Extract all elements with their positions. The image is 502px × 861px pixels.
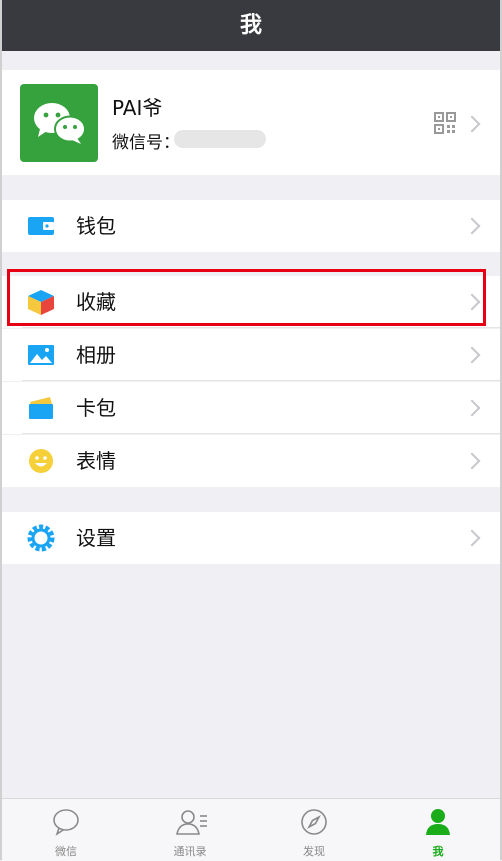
avatar[interactable] <box>20 84 98 162</box>
compass-icon <box>301 809 327 835</box>
chevron-right-icon <box>463 399 481 417</box>
row-divider <box>22 380 500 381</box>
menu-item-cards[interactable]: 卡包 <box>2 382 500 434</box>
card-wallet-icon <box>29 397 53 419</box>
menu-item-album[interactable]: 相册 <box>2 329 500 381</box>
tab-chats[interactable]: 微信 <box>4 799 128 861</box>
chat-icon <box>53 809 79 836</box>
gear-icon <box>27 524 55 552</box>
chevron-right-icon <box>463 346 481 364</box>
chevron-right-icon <box>463 115 481 133</box>
wallet-icon <box>28 217 54 235</box>
tab-label-chats: 微信 <box>55 845 77 858</box>
menu-label-cards: 卡包 <box>76 396 116 420</box>
tab-me[interactable]: 我 <box>376 799 500 861</box>
chevron-right-icon <box>463 452 481 470</box>
tab-bar: 微信 通讯录 发现 我 <box>2 798 500 861</box>
menu-label-stickers: 表情 <box>76 449 116 473</box>
profile-card[interactable]: PAI爷 微信号： <box>2 70 500 175</box>
contacts-icon <box>176 810 207 835</box>
menu-label-settings: 设置 <box>76 526 116 550</box>
wechat-logo-icon <box>34 103 86 144</box>
profile-nickname: PAI爷 <box>112 96 163 120</box>
menu-item-wallet[interactable]: 钱包 <box>2 200 500 252</box>
emoji-icon <box>29 449 53 473</box>
wechat-id-redacted <box>174 130 266 148</box>
menu-label-wallet: 钱包 <box>76 214 116 238</box>
page-title: 我 <box>2 0 500 51</box>
row-divider <box>22 327 500 328</box>
qr-code-icon[interactable] <box>434 112 456 134</box>
tab-label-contacts: 通讯录 <box>173 845 207 858</box>
tab-contacts[interactable]: 通讯录 <box>128 799 252 861</box>
row-divider <box>22 433 500 434</box>
person-icon <box>426 809 450 835</box>
tab-discover[interactable]: 发现 <box>252 799 376 861</box>
menu-label-album: 相册 <box>76 343 116 367</box>
menu-item-stickers[interactable]: 表情 <box>2 435 500 487</box>
menu-item-settings[interactable]: 设置 <box>2 512 500 564</box>
tab-label-me: 我 <box>432 845 444 858</box>
chevron-right-icon <box>463 217 481 235</box>
tab-label-discover: 发现 <box>303 845 325 858</box>
chevron-right-icon <box>463 529 481 547</box>
wechat-id-label: 微信号： <box>112 133 180 153</box>
favorites-highlight-box <box>7 269 486 326</box>
album-icon <box>28 345 54 365</box>
